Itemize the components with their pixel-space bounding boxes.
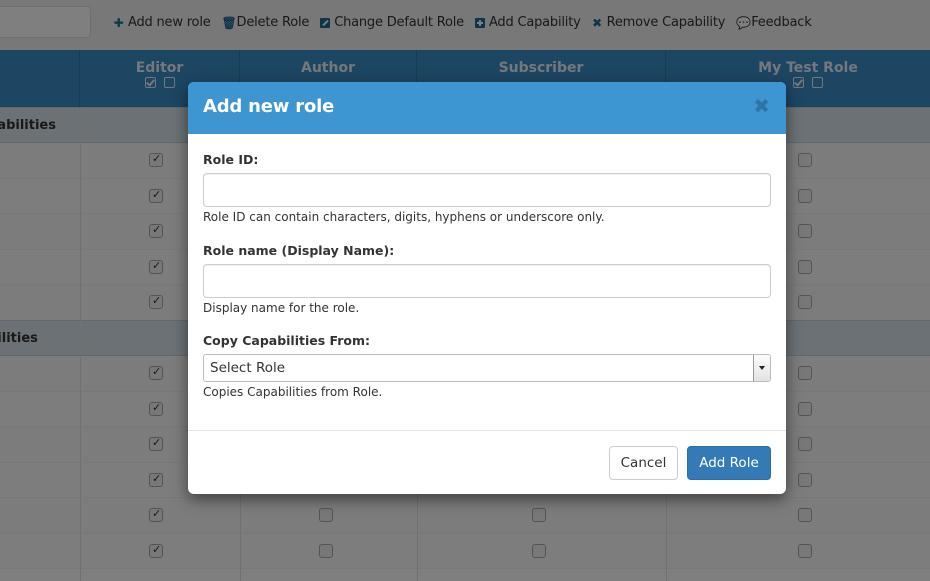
- role-id-input[interactable]: [203, 173, 771, 207]
- copy-from-select[interactable]: Select Role: [203, 354, 771, 382]
- role-name-help: Display name for the role.: [203, 301, 360, 315]
- role-name-label: Role name (Display Name):: [203, 243, 395, 258]
- modal-body: Role ID: Role ID can contain characters,…: [188, 134, 786, 430]
- close-icon[interactable]: ✖: [753, 96, 770, 116]
- copy-from-label: Copy Capabilities From:: [203, 333, 371, 348]
- chevron-down-icon[interactable]: [753, 355, 770, 381]
- role-id-label: Role ID:: [203, 152, 259, 167]
- role-id-help: Role ID can contain characters, digits, …: [203, 210, 605, 224]
- add-role-modal: Add new role ✖ Role ID: Role ID can cont…: [188, 82, 786, 494]
- cancel-button[interactable]: Cancel: [609, 446, 678, 480]
- copy-from-selected: Select Role: [210, 360, 286, 376]
- add-role-button[interactable]: Add Role: [687, 446, 771, 480]
- role-name-input[interactable]: [203, 264, 771, 298]
- modal-title: Add new role: [203, 96, 335, 117]
- modal-footer: Cancel Add Role: [188, 430, 786, 494]
- copy-from-help: Copies Capabilities from Role.: [203, 385, 383, 399]
- modal-header: Add new role ✖: [188, 82, 786, 134]
